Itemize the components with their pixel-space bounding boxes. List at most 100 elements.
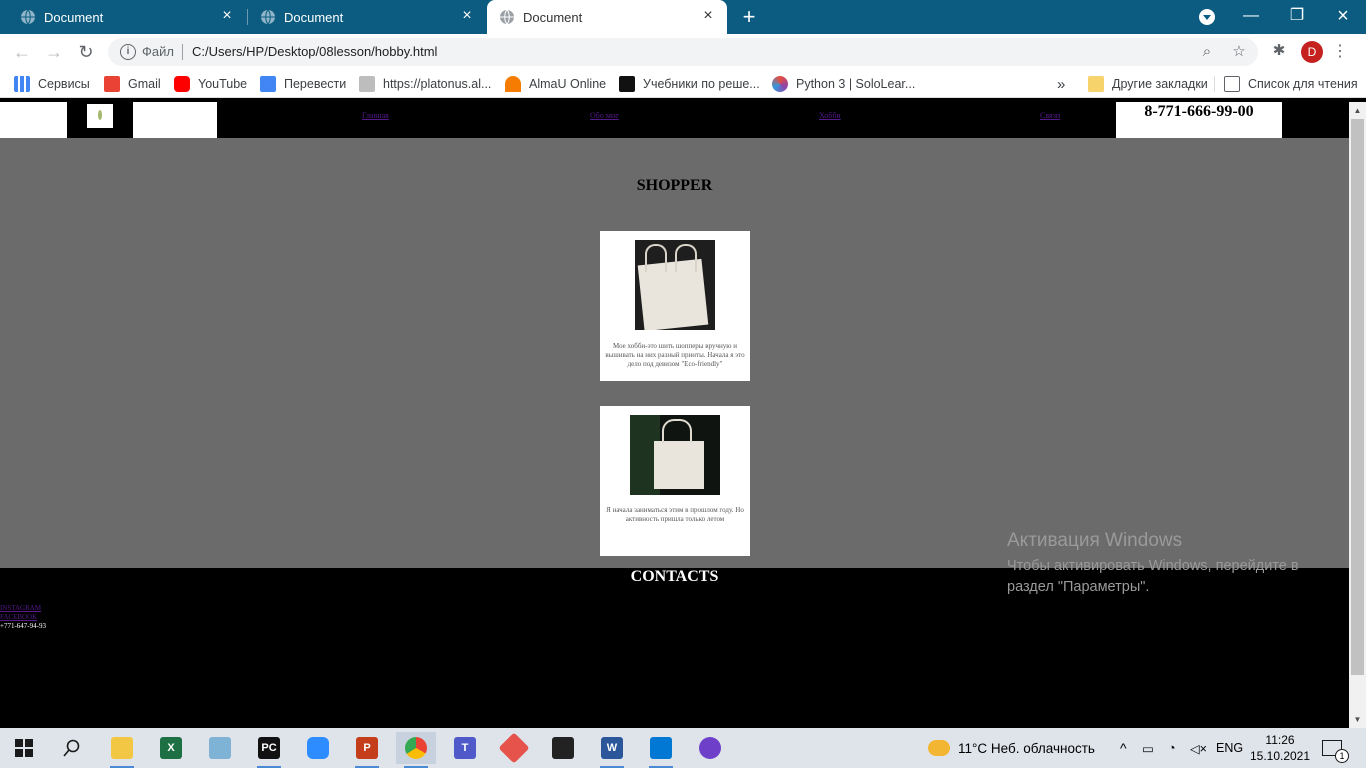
show-hidden-icons[interactable]: ^: [1120, 728, 1127, 768]
back-button[interactable]: ←: [10, 40, 34, 64]
forward-button[interactable]: →: [42, 40, 66, 64]
teams-icon: T: [454, 737, 476, 759]
gmail-icon: [104, 76, 120, 92]
textbooks-icon: [619, 76, 635, 92]
search-button[interactable]: [52, 732, 92, 764]
battery-icon[interactable]: ▭: [1142, 728, 1154, 768]
browser-tab[interactable]: Document ×: [240, 0, 486, 34]
taskbar-app[interactable]: [102, 732, 142, 768]
zoom-icon: [307, 737, 329, 759]
vscode-icon: [650, 737, 672, 759]
hobby-card: Я начала заниматься этим в прошлом году.…: [600, 406, 750, 556]
page-scrollbar[interactable]: ▲ ▼: [1349, 102, 1366, 728]
minimize-button[interactable]: —: [1228, 0, 1274, 34]
browser-tab[interactable]: Document ×: [0, 0, 246, 34]
header-filler: [1282, 102, 1349, 138]
taskbar-app[interactable]: PC: [249, 732, 289, 768]
tab-strip: Document × Document × Document × + — ❐ ×: [0, 0, 1366, 34]
clock-date: 15.10.2021: [1249, 749, 1311, 763]
scroll-thumb[interactable]: [1351, 119, 1364, 675]
bookmark-translate[interactable]: Перевести: [260, 76, 346, 92]
taskbar-app[interactable]: [298, 732, 338, 764]
word-icon: W: [601, 737, 623, 759]
bookmark-label: Перевести: [284, 77, 347, 91]
paint-icon: [209, 737, 231, 759]
extensions-icon[interactable]: ✱: [1270, 42, 1288, 60]
taskbar-app[interactable]: [690, 732, 730, 764]
globe-icon: [21, 9, 35, 25]
footer-phone: +771-647-94-93: [0, 622, 46, 630]
reading-list-button[interactable]: Список для чтения: [1224, 76, 1358, 92]
menu-icon[interactable]: ⋮: [1332, 42, 1348, 62]
platonus-icon: [359, 76, 375, 92]
nav-link-contacts[interactable]: Связи: [1040, 111, 1060, 120]
close-window-button[interactable]: ×: [1320, 0, 1366, 34]
close-tab-icon[interactable]: ×: [220, 8, 234, 24]
taskbar-app[interactable]: P: [347, 732, 387, 768]
close-tab-icon[interactable]: ×: [701, 8, 715, 24]
windows-logo-icon: [15, 739, 33, 757]
sololearn-icon: [772, 76, 788, 92]
address-bar[interactable]: i Файл C:/Users/HP/Desktop/08lesson/hobb…: [108, 38, 1258, 66]
logo-container: [67, 102, 133, 138]
bookmark-youtube[interactable]: YouTube: [174, 76, 247, 92]
powerpoint-icon: P: [356, 737, 378, 759]
info-icon[interactable]: i: [120, 44, 136, 60]
bookmark-textbooks[interactable]: Учебники по реше...: [619, 76, 760, 92]
bookmark-label: Gmail: [128, 77, 161, 91]
bookmark-label: Список для чтения: [1248, 77, 1358, 91]
bookmark-gmail[interactable]: Gmail: [104, 76, 161, 92]
start-button[interactable]: [4, 732, 44, 764]
taskbar-app[interactable]: [641, 732, 681, 768]
bookmark-star-icon[interactable]: ☆: [1230, 43, 1248, 61]
nav-link-about[interactable]: Обо мне: [590, 111, 619, 120]
taskbar-app[interactable]: X: [151, 732, 191, 764]
nav-link-home[interactable]: Главная: [362, 111, 389, 120]
facebook-link[interactable]: FACEBOOK: [0, 613, 37, 621]
notification-center-button[interactable]: 1: [1322, 728, 1349, 768]
chrome-icon: [405, 737, 427, 759]
scroll-up-arrow[interactable]: ▲: [1349, 102, 1366, 119]
more-bookmarks-button[interactable]: »: [1057, 76, 1065, 93]
other-bookmarks-folder[interactable]: Другие закладки: [1088, 76, 1208, 92]
url-text[interactable]: C:/Users/HP/Desktop/08lesson/hobby.html: [192, 44, 437, 59]
wifi-icon[interactable]: ◔: [1168, 728, 1176, 768]
windows-taskbar: X PC P T W 11°C Неб. облачность ^ ▭ ◔ ◁×…: [0, 728, 1366, 768]
taskbar-app[interactable]: W: [592, 732, 632, 768]
close-tab-icon[interactable]: ×: [460, 8, 474, 24]
taskbar-app[interactable]: [543, 732, 583, 764]
language-indicator[interactable]: ENG: [1216, 728, 1243, 768]
tab-title: Document: [523, 9, 583, 25]
bookmark-sololearn[interactable]: Python 3 | SoloLear...: [772, 76, 915, 92]
bookmark-platonus[interactable]: https://platonus.al...: [359, 76, 491, 92]
volume-icon[interactable]: ◁×: [1190, 728, 1207, 768]
taskbar-app[interactable]: [200, 732, 240, 764]
figma-icon: [552, 737, 574, 759]
card-description: Я начала заниматься этим в прошлом году.…: [606, 506, 744, 523]
nav-link-hobby[interactable]: Хобби: [819, 111, 841, 120]
tab-search-icon[interactable]: [1199, 9, 1215, 25]
browser-tab-active[interactable]: Document ×: [487, 0, 727, 34]
folder-icon: [1088, 76, 1104, 92]
tab-title: Document: [284, 9, 344, 25]
taskbar-app[interactable]: T: [445, 732, 485, 764]
clock[interactable]: 11:26 15.10.2021: [1249, 728, 1311, 768]
zoom-search-icon[interactable]: ⌕: [1198, 43, 1216, 61]
youtube-icon: [174, 76, 190, 92]
new-tab-button[interactable]: +: [738, 6, 760, 28]
taskbar-app[interactable]: [494, 732, 534, 764]
section-title: SHOPPER: [636, 177, 713, 194]
profile-avatar[interactable]: D: [1301, 41, 1323, 63]
scroll-down-arrow[interactable]: ▼: [1349, 711, 1366, 728]
excel-icon: X: [160, 737, 182, 759]
file-explorer-icon: [111, 737, 133, 759]
windows-activation-watermark: Активация Windows Чтобы активировать Win…: [1007, 530, 1327, 598]
instagram-link[interactable]: INSTAGRAM: [0, 604, 41, 612]
globe-icon: [261, 9, 275, 25]
restore-button[interactable]: ❐: [1274, 0, 1320, 34]
taskbar-app-active[interactable]: [396, 732, 436, 768]
reload-button[interactable]: ↻: [74, 40, 98, 64]
bookmark-services[interactable]: Сервисы: [14, 76, 90, 92]
bookmark-almau[interactable]: AlmaU Online: [505, 76, 606, 92]
weather-widget[interactable]: 11°C Неб. облачность: [928, 728, 1095, 768]
